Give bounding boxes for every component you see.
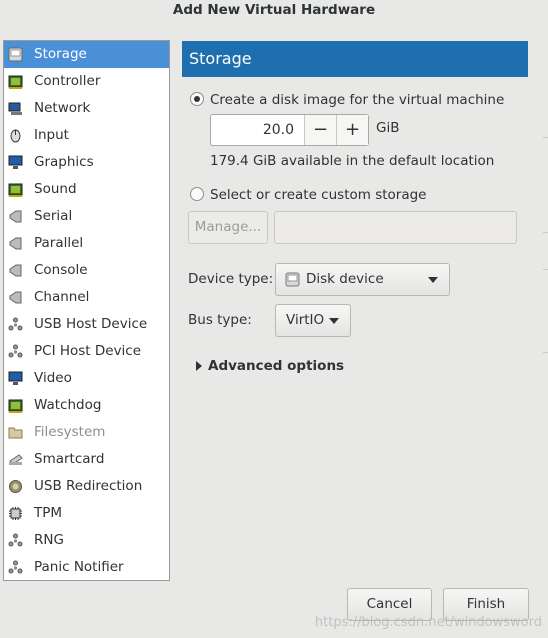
disk-size-spinbutton[interactable]: 20.0 − + bbox=[210, 114, 369, 146]
storage-path-input[interactable] bbox=[274, 211, 517, 244]
sidebar-item-rng[interactable]: RNG bbox=[4, 527, 169, 554]
device-tree-icon bbox=[8, 344, 23, 359]
sidebar-item-label: RNG bbox=[34, 532, 64, 548]
chip-icon bbox=[8, 182, 23, 197]
background-window-edge bbox=[543, 137, 548, 138]
sidebar-item-label: Panic Notifier bbox=[34, 559, 124, 575]
monitor-icon bbox=[8, 155, 23, 170]
sidebar-item-label: Video bbox=[34, 370, 72, 386]
sidebar-item-label: Controller bbox=[34, 73, 101, 89]
background-window-edge bbox=[543, 269, 548, 270]
sidebar-item-label: Storage bbox=[34, 46, 87, 62]
sidebar-item-controller[interactable]: Controller bbox=[4, 68, 169, 95]
device-tree-icon bbox=[8, 317, 23, 332]
advanced-options-label: Advanced options bbox=[208, 358, 345, 374]
chevron-down-icon bbox=[329, 318, 339, 324]
cpu-icon bbox=[8, 506, 23, 521]
decrement-button[interactable]: − bbox=[304, 115, 336, 145]
device-type-value: Disk device bbox=[306, 271, 384, 287]
disk-size-input[interactable]: 20.0 bbox=[211, 115, 304, 145]
device-type-combo[interactable]: Disk device bbox=[275, 263, 450, 296]
background-window-edge bbox=[543, 232, 548, 233]
create-disk-radio[interactable] bbox=[190, 92, 204, 106]
sidebar-item-parallel[interactable]: Parallel bbox=[4, 230, 169, 257]
chevron-down-icon bbox=[428, 277, 438, 283]
port-icon bbox=[8, 209, 23, 224]
sidebar-item-panic-notifier[interactable]: Panic Notifier bbox=[4, 554, 169, 581]
mouse-icon bbox=[8, 128, 23, 143]
watermark-text: https://blog.csdn.net/windowsword bbox=[314, 615, 542, 630]
manage-button[interactable]: Manage... bbox=[188, 211, 268, 244]
sidebar-item-label: Smartcard bbox=[34, 451, 105, 467]
sidebar-item-filesystem[interactable]: Filesystem bbox=[4, 419, 169, 446]
sidebar-item-console[interactable]: Console bbox=[4, 257, 169, 284]
disk-icon bbox=[285, 272, 300, 287]
sidebar-item-channel[interactable]: Channel bbox=[4, 284, 169, 311]
sidebar-item-storage[interactable]: Storage bbox=[4, 41, 169, 68]
sidebar-item-label: Graphics bbox=[34, 154, 94, 170]
network-icon bbox=[8, 101, 23, 116]
sidebar-item-label: Filesystem bbox=[34, 424, 106, 440]
custom-storage-radio[interactable] bbox=[190, 187, 204, 201]
smartcard-icon bbox=[8, 452, 23, 467]
sidebar-item-sound[interactable]: Sound bbox=[4, 176, 169, 203]
sidebar-item-label: USB Redirection bbox=[34, 478, 143, 494]
folder-icon bbox=[8, 425, 23, 440]
sidebar-item-usb-host-device[interactable]: USB Host Device bbox=[4, 311, 169, 338]
disk-icon bbox=[8, 47, 23, 62]
sidebar-item-label: USB Host Device bbox=[34, 316, 148, 332]
port-icon bbox=[8, 236, 23, 251]
background-window-edge bbox=[543, 352, 548, 353]
sidebar-item-label: Network bbox=[34, 100, 91, 116]
sidebar-item-usb-redirection[interactable]: USB Redirection bbox=[4, 473, 169, 500]
chip-icon bbox=[8, 398, 23, 413]
device-type-label: Device type: bbox=[188, 271, 274, 287]
create-disk-label: Create a disk image for the virtual mach… bbox=[210, 92, 505, 108]
sidebar-item-label: Parallel bbox=[34, 235, 84, 251]
sidebar-item-label: TPM bbox=[34, 505, 63, 521]
page-title: Storage bbox=[182, 41, 528, 77]
sidebar-item-label: Serial bbox=[34, 208, 73, 224]
sidebar-item-tpm[interactable]: TPM bbox=[4, 500, 169, 527]
hardware-type-list[interactable]: Storage Controller Network Input Graphics Sou… bbox=[3, 40, 170, 581]
chip-icon bbox=[8, 74, 23, 89]
sidebar-item-label: Input bbox=[34, 127, 69, 143]
sidebar-item-watchdog[interactable]: Watchdog bbox=[4, 392, 169, 419]
port-icon bbox=[8, 290, 23, 305]
sidebar-item-label: Sound bbox=[34, 181, 77, 197]
bus-type-value: VirtIO bbox=[286, 312, 325, 328]
sidebar-item-video[interactable]: Video bbox=[4, 365, 169, 392]
sidebar-item-label: Channel bbox=[34, 289, 90, 305]
monitor-icon bbox=[8, 371, 23, 386]
sidebar-item-label: Console bbox=[34, 262, 88, 278]
sidebar-item-graphics[interactable]: Graphics bbox=[4, 149, 169, 176]
add-hardware-dialog: Add New Virtual Hardware Storage Controll… bbox=[0, 0, 548, 638]
sidebar-item-label: PCI Host Device bbox=[34, 343, 142, 359]
increment-button[interactable]: + bbox=[336, 115, 368, 145]
bus-type-label: Bus type: bbox=[188, 312, 252, 328]
sidebar-item-network[interactable]: Network bbox=[4, 95, 169, 122]
sidebar-item-input[interactable]: Input bbox=[4, 122, 169, 149]
sidebar-item-pci-host-device[interactable]: PCI Host Device bbox=[4, 338, 169, 365]
sidebar-item-serial[interactable]: Serial bbox=[4, 203, 169, 230]
sidebar-item-smartcard[interactable]: Smartcard bbox=[4, 446, 169, 473]
expander-arrow-icon bbox=[196, 361, 202, 371]
custom-storage-label: Select or create custom storage bbox=[210, 187, 427, 203]
available-space-text: 179.4 GiB available in the default locat… bbox=[210, 153, 495, 169]
sidebar-item-label: Watchdog bbox=[34, 397, 102, 413]
bus-type-combo[interactable]: VirtIO bbox=[275, 304, 351, 337]
port-icon bbox=[8, 263, 23, 278]
device-tree-icon bbox=[8, 533, 23, 548]
usb-redirect-icon bbox=[8, 479, 23, 494]
device-tree-icon bbox=[8, 560, 23, 575]
size-unit-label: GiB bbox=[376, 120, 400, 136]
window-title: Add New Virtual Hardware bbox=[172, 2, 376, 18]
